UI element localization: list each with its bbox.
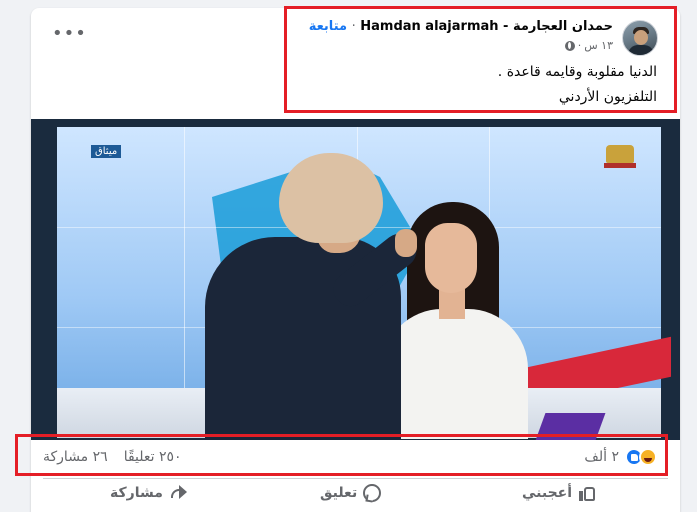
- post-photo[interactable]: ميثاق: [31, 119, 680, 440]
- comments-count[interactable]: ٢٥٠ تعليقًا: [124, 449, 182, 465]
- comment-button[interactable]: تعليق: [320, 482, 382, 504]
- share-icon: [169, 484, 187, 502]
- timestamp[interactable]: ١٣ س: [584, 39, 613, 52]
- comment-button-label: تعليق: [320, 485, 358, 501]
- separator-dot: ·: [351, 19, 356, 34]
- post-meta: ١٣ س ·: [564, 39, 613, 52]
- shares-count[interactable]: ٢٦ مشاركة: [43, 449, 108, 465]
- post-text-line-2: التلفزيون الأردني: [558, 89, 657, 105]
- avatar[interactable]: [622, 20, 658, 56]
- more-options-button[interactable]: •••: [52, 24, 86, 44]
- haha-icon: [639, 448, 657, 466]
- comment-icon: [363, 484, 382, 502]
- tv-studio-scene: ميثاق: [57, 127, 671, 440]
- engagement-stats: ٢٥٠ تعليقًا ٢٦ مشاركة: [43, 449, 182, 465]
- author-name[interactable]: حمدان العجارمة - Hamdan alajarmah: [360, 19, 613, 34]
- post-header: حمدان العجارمة - Hamdan alajarmah · متاب…: [309, 19, 613, 34]
- crown-logo-icon: [601, 141, 639, 175]
- channel-logo: ميثاق: [91, 145, 122, 158]
- globe-icon: [564, 40, 575, 51]
- meta-dot: ·: [577, 39, 582, 52]
- reactions-count[interactable]: ٢ ألف: [584, 449, 619, 465]
- follow-button[interactable]: متابعة: [309, 19, 347, 34]
- share-button-label: مشاركة: [110, 485, 163, 501]
- divider: [43, 478, 668, 479]
- like-button-label: أعجبني: [522, 485, 573, 501]
- post-text-line-1: الدنيا مقلوبة وقايمه قاعدة .: [497, 64, 657, 80]
- share-button[interactable]: مشاركة: [110, 482, 187, 504]
- reaction-icons[interactable]: [623, 447, 657, 467]
- thumbs-up-icon: [578, 484, 596, 502]
- like-button[interactable]: أعجبني: [522, 482, 596, 504]
